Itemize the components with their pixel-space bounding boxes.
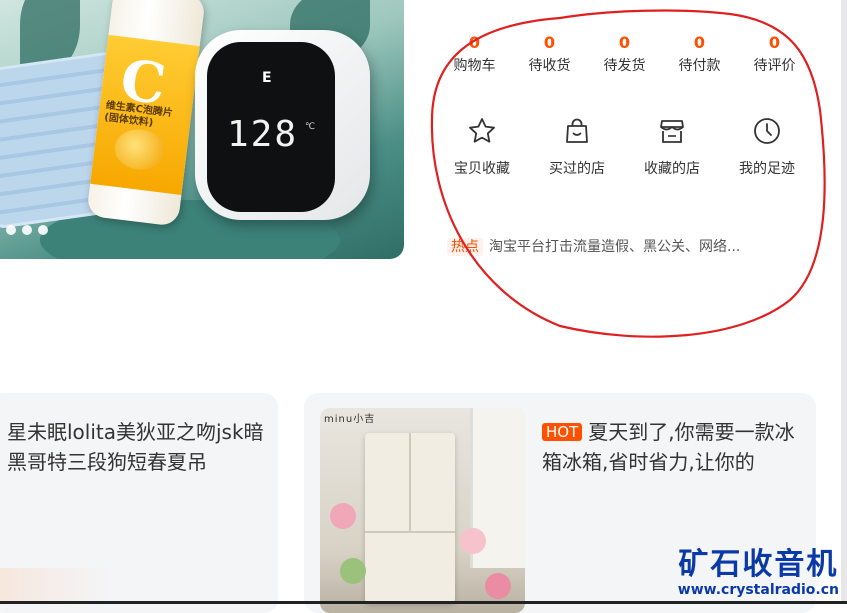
feed-card[interactable]: 星未眠lolita美狄亚之吻jsk暗黑哥特三段狗短春夏吊 [0, 393, 278, 613]
shopping-bag-icon [566, 118, 588, 143]
count-label: 待收货 [528, 58, 571, 74]
carousel-dot[interactable] [6, 225, 16, 235]
carousel-dot[interactable] [38, 225, 48, 235]
news-ticker[interactable]: 热点 淘宝平台打击流量造假、黑公关、网络... [447, 236, 807, 256]
fridge-product-image[interactable]: minu小吉 [320, 408, 525, 613]
promo-banner[interactable]: C 维生素C泡腾片 (固体饮料) E 128 ℃ [0, 0, 404, 259]
count-to-review[interactable]: 0 待评价 [737, 34, 812, 78]
shortcut-label: 宝贝收藏 [454, 161, 510, 177]
device-unit: ℃ [305, 122, 316, 132]
count-value: 0 [693, 33, 706, 52]
device-reading: 128 [227, 114, 299, 155]
shortcut-favorite-stores[interactable]: 收藏的店 [627, 116, 717, 178]
count-label: 待付款 [678, 58, 721, 74]
shortcut-footprints[interactable]: 我的足迹 [722, 116, 812, 178]
clock-icon [754, 118, 780, 144]
count-label: 待评价 [753, 58, 796, 74]
site-watermark: 矿石收音机 www.crystalradio.cn [677, 547, 839, 599]
device-logo: E [262, 70, 272, 86]
watermark-url: www.crystalradio.cn [677, 582, 839, 598]
shortcut-label: 收藏的店 [644, 161, 700, 177]
order-counts: 0 购物车 0 待收货 0 待发货 0 待付款 0 待评价 [437, 34, 812, 78]
count-to-pay[interactable]: 0 待付款 [662, 34, 737, 78]
count-value: 0 [543, 33, 556, 52]
count-to-receive[interactable]: 0 待收货 [512, 34, 587, 78]
shortcut-row: 宝贝收藏 买过的店 收藏的店 我的足迹 [437, 116, 812, 178]
store-icon [660, 120, 684, 143]
star-icon [469, 118, 495, 143]
image-brand: minu小吉 [324, 414, 376, 425]
news-tag: 热点 [447, 238, 483, 256]
count-value: 0 [618, 33, 631, 52]
carousel-dots [6, 225, 48, 235]
shortcut-label: 买过的店 [549, 161, 605, 177]
count-label: 购物车 [453, 58, 496, 74]
shortcut-favorites[interactable]: 宝贝收藏 [437, 116, 527, 178]
count-cart[interactable]: 0 购物车 [437, 34, 512, 78]
card-title[interactable]: 星未眠lolita美狄亚之吻jsk暗黑哥特三段狗短春夏吊 [7, 417, 272, 477]
news-headline[interactable]: 淘宝平台打击流量造假、黑公关、网络... [489, 239, 740, 255]
shortcut-bought-stores[interactable]: 买过的店 [532, 116, 622, 178]
count-value: 0 [468, 33, 481, 52]
count-value: 0 [768, 33, 781, 52]
carousel-dot[interactable] [22, 225, 32, 235]
watermark-title: 矿石收音机 [678, 547, 839, 582]
count-to-ship[interactable]: 0 待发货 [587, 34, 662, 78]
vitamin-bottle-image: C 维生素C泡腾片 (固体饮料) [86, 0, 206, 227]
hot-badge: HOT [542, 423, 583, 441]
shortcut-label: 我的足迹 [739, 161, 795, 177]
thermometer-device-image: E 128 ℃ [195, 30, 370, 220]
scrollbar-track[interactable] [841, 0, 847, 604]
count-label: 待发货 [603, 58, 646, 74]
card-title[interactable]: HOT 夏天到了,你需要一款冰箱冰箱,省时省力,让你的 [542, 417, 807, 477]
card-image-partial [0, 568, 110, 603]
